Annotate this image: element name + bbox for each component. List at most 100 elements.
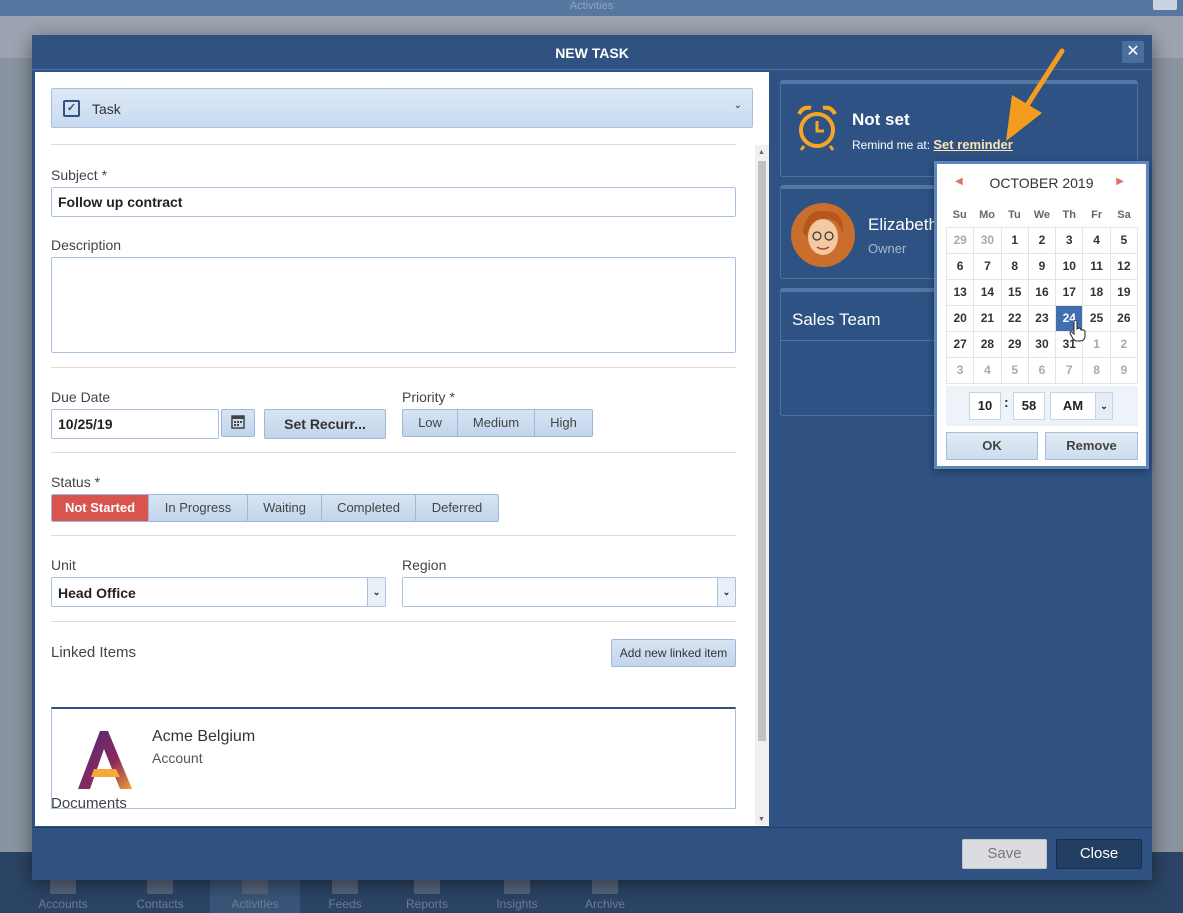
day-cell[interactable]: 10 bbox=[1056, 254, 1084, 280]
next-month-icon[interactable]: ▶ bbox=[1116, 176, 1124, 187]
day-cell[interactable]: 2 bbox=[1110, 332, 1138, 358]
due-date-input[interactable] bbox=[51, 409, 219, 439]
day-cell[interactable]: 11 bbox=[1083, 254, 1111, 280]
reminder-line: Remind me at: Set reminder bbox=[852, 137, 1013, 152]
scroll-up-icon[interactable]: ▲ bbox=[758, 149, 765, 156]
time-picker: 10 : 58 AM ⌄ bbox=[946, 386, 1138, 426]
week-row: 27 28 29 30 31 1 2 bbox=[947, 332, 1138, 358]
close-icon[interactable]: ✕ bbox=[1122, 41, 1144, 63]
day-cell[interactable]: 16 bbox=[1028, 280, 1057, 306]
day-cell[interactable]: 20 bbox=[947, 306, 975, 332]
day-cell[interactable]: 14 bbox=[974, 280, 1002, 306]
day-cell[interactable]: 5 bbox=[1001, 358, 1029, 384]
hand-cursor-icon bbox=[1069, 319, 1086, 342]
month-label[interactable]: OCTOBER 2019 bbox=[937, 175, 1146, 191]
add-linked-item-button[interactable]: Add new linked item bbox=[611, 639, 736, 667]
day-cell[interactable]: 13 bbox=[947, 280, 975, 306]
minute-input[interactable]: 58 bbox=[1013, 392, 1045, 420]
scroll-down-icon[interactable]: ▼ bbox=[758, 816, 765, 823]
scroll-thumb[interactable] bbox=[758, 161, 766, 741]
subject-input[interactable] bbox=[51, 187, 736, 217]
remove-button[interactable]: Remove bbox=[1045, 432, 1138, 460]
linked-items-heading: Linked Items bbox=[51, 644, 137, 661]
day-cell[interactable]: 8 bbox=[1001, 254, 1029, 280]
priority-low[interactable]: Low bbox=[403, 410, 458, 436]
day-cell[interactable]: 3 bbox=[947, 358, 975, 384]
day-cell[interactable]: 2 bbox=[1028, 228, 1057, 254]
day-cell[interactable]: 6 bbox=[947, 254, 975, 280]
day-cell[interactable]: 9 bbox=[1110, 358, 1138, 384]
day-cell[interactable]: 4 bbox=[1083, 228, 1111, 254]
day-cell[interactable]: 27 bbox=[947, 332, 975, 358]
task-form: ✓ Task ⌄ Subject * Description Due Date … bbox=[35, 72, 769, 826]
chevron-down-icon: ⌄ bbox=[717, 578, 735, 606]
linked-item[interactable]: Acme Belgium Account bbox=[52, 709, 735, 807]
day-cell[interactable]: 1 bbox=[1001, 228, 1029, 254]
status-not-started[interactable]: Not Started bbox=[52, 495, 149, 521]
weekday: Fr bbox=[1091, 209, 1103, 221]
day-cell[interactable]: 30 bbox=[974, 228, 1002, 254]
chevron-down-icon[interactable]: ⌄ bbox=[1095, 392, 1113, 420]
hour-input[interactable]: 10 bbox=[969, 392, 1001, 420]
week-row: 20 21 22 23 24 25 26 bbox=[947, 306, 1138, 332]
day-cell[interactable]: 1 bbox=[1083, 332, 1111, 358]
activity-type-select[interactable]: ✓ Task ⌄ bbox=[51, 88, 753, 128]
linked-items-list: Acme Belgium Account bbox=[51, 707, 736, 809]
status-waiting[interactable]: Waiting bbox=[248, 495, 322, 521]
description-textarea[interactable] bbox=[51, 257, 736, 353]
modal-title: NEW TASK bbox=[555, 45, 629, 61]
day-cell[interactable]: 7 bbox=[1056, 358, 1084, 384]
linked-item-type: Account bbox=[152, 750, 203, 766]
day-cell[interactable]: 9 bbox=[1028, 254, 1057, 280]
divider bbox=[51, 452, 736, 453]
checkbox-icon: ✓ bbox=[63, 100, 80, 117]
day-cell[interactable]: 29 bbox=[947, 228, 975, 254]
region-select[interactable]: ⌄ bbox=[402, 577, 736, 607]
day-cell[interactable]: 22 bbox=[1001, 306, 1029, 332]
day-cell[interactable]: 7 bbox=[974, 254, 1002, 280]
close-button[interactable]: Close bbox=[1056, 839, 1142, 869]
day-cell[interactable]: 4 bbox=[974, 358, 1002, 384]
day-cell[interactable]: 26 bbox=[1110, 306, 1138, 332]
status-completed[interactable]: Completed bbox=[322, 495, 416, 521]
set-recurrence-button[interactable]: Set Recurr... bbox=[264, 409, 386, 439]
day-cell[interactable]: 3 bbox=[1056, 228, 1084, 254]
day-cell[interactable]: 15 bbox=[1001, 280, 1029, 306]
unit-select[interactable]: Head Office ⌄ bbox=[51, 577, 386, 607]
save-button[interactable]: Save bbox=[962, 839, 1047, 869]
day-cell[interactable]: 21 bbox=[974, 306, 1002, 332]
day-cell[interactable]: 12 bbox=[1110, 254, 1138, 280]
form-scrollbar[interactable]: ▲ ▼ bbox=[755, 145, 769, 825]
subject-label: Subject * bbox=[51, 167, 108, 183]
day-cell[interactable]: 23 bbox=[1028, 306, 1057, 332]
day-cell[interactable]: 8 bbox=[1083, 358, 1111, 384]
status-deferred[interactable]: Deferred bbox=[416, 495, 498, 521]
priority-label: Priority * bbox=[402, 389, 455, 405]
documents-heading: Documents bbox=[51, 795, 127, 812]
day-cell[interactable]: 5 bbox=[1110, 228, 1138, 254]
annotation-arrow-icon bbox=[1006, 48, 1065, 141]
calendar-icon[interactable] bbox=[221, 409, 255, 437]
priority-high[interactable]: High bbox=[535, 410, 592, 436]
unit-value: Head Office bbox=[58, 585, 136, 601]
status-in-progress[interactable]: In Progress bbox=[149, 495, 248, 521]
weekday: Tu bbox=[1008, 209, 1021, 221]
ampm-select[interactable]: AM bbox=[1050, 392, 1096, 420]
day-cell[interactable]: 17 bbox=[1056, 280, 1084, 306]
ok-button[interactable]: OK bbox=[946, 432, 1038, 460]
divider bbox=[51, 621, 736, 622]
day-cell[interactable]: 25 bbox=[1083, 306, 1111, 332]
app-title: Activities bbox=[569, 0, 614, 12]
avatar bbox=[791, 203, 855, 267]
weekday: Su bbox=[952, 209, 967, 221]
day-cell[interactable]: 28 bbox=[974, 332, 1002, 358]
chevron-down-icon: ⌄ bbox=[367, 578, 385, 606]
day-cell[interactable]: 30 bbox=[1028, 332, 1057, 358]
day-cell[interactable]: 6 bbox=[1028, 358, 1057, 384]
day-cell[interactable]: 18 bbox=[1083, 280, 1111, 306]
team-name: Sales Team bbox=[792, 310, 881, 329]
day-cell[interactable]: 19 bbox=[1110, 280, 1138, 306]
search-icon[interactable] bbox=[1153, 0, 1177, 10]
priority-medium[interactable]: Medium bbox=[458, 410, 535, 436]
day-cell[interactable]: 29 bbox=[1001, 332, 1029, 358]
